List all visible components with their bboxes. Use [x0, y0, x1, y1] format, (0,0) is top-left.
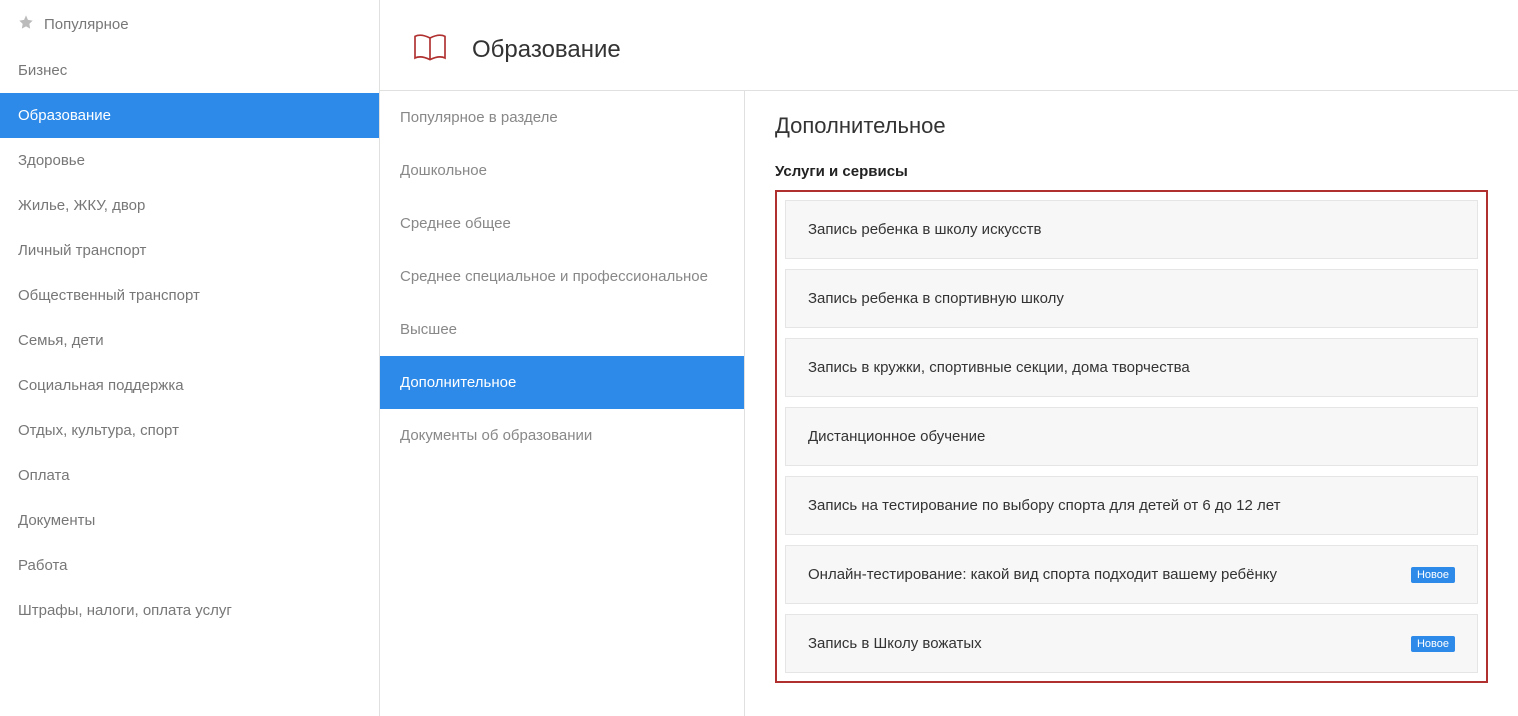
detail-pane: Дополнительное Услуги и сервисы Запись р… [745, 91, 1518, 716]
subnav-item-label: Дополнительное [400, 374, 516, 391]
sidebar-item-label: Семья, дети [18, 332, 104, 349]
service-item-art-school[interactable]: Запись ребенка в школу искусств [785, 200, 1478, 259]
subnav-item-additional[interactable]: Дополнительное [380, 356, 744, 409]
service-label: Запись в Школу вожатых [808, 635, 982, 652]
subnav-item-label: Высшее [400, 321, 457, 338]
sidebar-item-leisure[interactable]: Отдых, культура, спорт [0, 408, 379, 453]
sub-nav: Популярное в разделе Дошкольное Среднее … [380, 91, 745, 716]
main-area: Образование Популярное в разделе Дошколь… [380, 0, 1518, 716]
sidebar-item-label: Личный транспорт [18, 242, 146, 259]
subnav-item-popular[interactable]: Популярное в разделе [380, 91, 744, 144]
subnav-item-label: Документы об образовании [400, 427, 592, 444]
sidebar-item-personal-transport[interactable]: Личный транспорт [0, 228, 379, 273]
sidebar-item-housing[interactable]: Жилье, ЖКУ, двор [0, 183, 379, 228]
sidebar-item-health[interactable]: Здоровье [0, 138, 379, 183]
sidebar-item-label: Отдых, культура, спорт [18, 422, 179, 439]
service-item-counselor-school[interactable]: Запись в Школу вожатых Новое [785, 614, 1478, 673]
page-title: Образование [472, 36, 621, 64]
sidebar-item-label: Популярное [44, 16, 129, 33]
service-item-sport-testing[interactable]: Запись на тестирование по выбору спорта … [785, 476, 1478, 535]
subnav-item-label: Среднее общее [400, 215, 511, 232]
service-label: Запись в кружки, спортивные секции, дома… [808, 359, 1190, 376]
subnav-item-label: Дошкольное [400, 162, 487, 179]
subnav-item-label: Среднее специальное и профессиональное [400, 268, 708, 285]
sidebar-item-business[interactable]: Бизнес [0, 48, 379, 93]
subnav-item-vocational[interactable]: Среднее специальное и профессиональное [380, 250, 744, 303]
sidebar-item-fines[interactable]: Штрафы, налоги, оплата услуг [0, 588, 379, 633]
sidebar-item-label: Оплата [18, 467, 70, 484]
sidebar-item-public-transport[interactable]: Общественный транспорт [0, 273, 379, 318]
section-title: Дополнительное [775, 113, 1488, 139]
subnav-item-higher[interactable]: Высшее [380, 303, 744, 356]
sidebar-item-label: Жилье, ЖКУ, двор [18, 197, 145, 214]
sidebar-item-label: Общественный транспорт [18, 287, 200, 304]
new-badge: Новое [1411, 636, 1455, 652]
service-item-sport-school[interactable]: Запись ребенка в спортивную школу [785, 269, 1478, 328]
sidebar-item-family[interactable]: Семья, дети [0, 318, 379, 363]
sidebar-item-label: Социальная поддержка [18, 377, 184, 394]
subnav-item-label: Популярное в разделе [400, 109, 558, 126]
sidebar-item-popular[interactable]: Популярное [0, 0, 379, 48]
service-label: Запись ребенка в школу искусств [808, 221, 1041, 238]
subsection-title: Услуги и сервисы [775, 163, 1488, 180]
subnav-item-education-docs[interactable]: Документы об образовании [380, 409, 744, 462]
sidebar-item-payment[interactable]: Оплата [0, 453, 379, 498]
sidebar-item-education[interactable]: Образование [0, 93, 379, 138]
service-item-distance-learning[interactable]: Дистанционное обучение [785, 407, 1478, 466]
book-icon [410, 28, 450, 72]
service-item-clubs[interactable]: Запись в кружки, спортивные секции, дома… [785, 338, 1478, 397]
service-label: Запись ребенка в спортивную школу [808, 290, 1064, 307]
subnav-item-preschool[interactable]: Дошкольное [380, 144, 744, 197]
star-icon [18, 14, 34, 34]
service-label: Дистанционное обучение [808, 428, 985, 445]
subnav-item-secondary[interactable]: Среднее общее [380, 197, 744, 250]
sidebar-item-social-support[interactable]: Социальная поддержка [0, 363, 379, 408]
service-item-online-testing[interactable]: Онлайн-тестирование: какой вид спорта по… [785, 545, 1478, 604]
sidebar-item-label: Образование [18, 107, 111, 124]
new-badge: Новое [1411, 567, 1455, 583]
sidebar-left: Популярное Бизнес Образование Здоровье Ж… [0, 0, 380, 716]
content-row: Популярное в разделе Дошкольное Среднее … [380, 91, 1518, 716]
sidebar-item-label: Бизнес [18, 62, 67, 79]
page-header: Образование [380, 0, 1518, 91]
service-box: Запись ребенка в школу искусств Запись р… [775, 190, 1488, 683]
sidebar-item-work[interactable]: Работа [0, 543, 379, 588]
service-label: Онлайн-тестирование: какой вид спорта по… [808, 566, 1277, 583]
service-label: Запись на тестирование по выбору спорта … [808, 497, 1280, 514]
sidebar-item-documents[interactable]: Документы [0, 498, 379, 543]
sidebar-item-label: Работа [18, 557, 68, 574]
sidebar-item-label: Документы [18, 512, 95, 529]
sidebar-item-label: Штрафы, налоги, оплата услуг [18, 602, 232, 619]
sidebar-item-label: Здоровье [18, 152, 85, 169]
